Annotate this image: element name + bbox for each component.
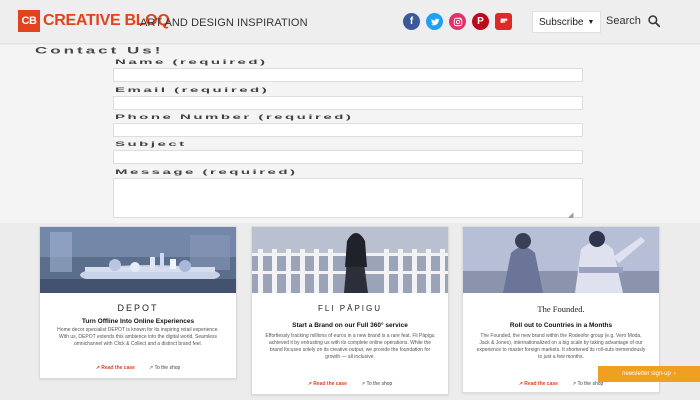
card-brand: FLI PĀPIGU — [317, 304, 382, 313]
chevron-down-icon: ▼ — [587, 18, 595, 26]
email-label: Email (required) — [115, 86, 270, 94]
phone-field[interactable] — [113, 123, 583, 137]
card-description: Effortlessly tracking millions of euros … — [265, 333, 435, 360]
message-field[interactable] — [113, 178, 583, 218]
search-button[interactable]: Search — [606, 14, 661, 28]
subject-label: Subject — [115, 140, 187, 148]
phone-label: Phone Number (required) — [115, 113, 354, 121]
contact-form: Contact Us! Name (required) Email (requi… — [0, 45, 700, 223]
case-card-fli-papigu: FLI PĀPIGU Start a Brand on our Full 360… — [251, 226, 449, 395]
site-tagline: ART AND DESIGN INSPIRATION — [140, 17, 308, 29]
flipboard-icon[interactable] — [495, 13, 512, 30]
pinterest-icon[interactable]: P — [472, 13, 489, 30]
chevron-right-icon: › — [673, 371, 676, 377]
newsletter-label: newsletter sign-up — [622, 371, 671, 377]
instagram-icon[interactable] — [449, 13, 466, 30]
search-label: Search — [606, 15, 641, 27]
subscribe-button[interactable]: Subscribe ▼ — [532, 11, 602, 33]
card-description: Home decor specialist DEPOT is known for… — [57, 327, 219, 347]
case-card-depot: DEPOT Turn Offline Into Online Experienc… — [39, 226, 237, 379]
card-links: ↗ Read the case ↗ To the shop — [40, 365, 236, 371]
card-subtitle: Turn Offline Into Online Experiences — [81, 318, 195, 325]
site-header: CB CREATIVE BLOQ ART AND DESIGN INSPIRAT… — [0, 0, 700, 44]
card-brand: The Founded. — [537, 304, 585, 314]
logo-badge: CB — [18, 10, 40, 32]
shop-link[interactable]: ↗ To the shop — [361, 381, 392, 387]
shop-link[interactable]: ↗ To the shop — [149, 365, 180, 371]
email-field[interactable] — [113, 96, 583, 110]
card-image — [252, 227, 448, 293]
subscribe-label: Subscribe — [539, 16, 584, 28]
card-links: ↗ Read the case ↗ To the shop — [252, 381, 448, 387]
newsletter-signup-button[interactable]: newsletter sign-up › — [598, 366, 700, 382]
social-links: f P — [403, 13, 512, 30]
card-image — [463, 227, 659, 293]
read-case-link[interactable]: ↗ Read the case — [96, 365, 135, 371]
card-brand: DEPOT — [117, 303, 159, 313]
shop-label: To the shop — [154, 365, 181, 371]
read-case-link[interactable]: ↗ Read the case — [519, 381, 558, 387]
read-case-label: Read the case — [101, 365, 135, 371]
read-case-link[interactable]: ↗ Read the case — [308, 381, 347, 387]
card-description: The Founded, the new brand within the Ro… — [476, 333, 646, 360]
resize-handle-icon[interactable]: ◢ — [568, 212, 578, 219]
form-title: Contact Us! — [35, 45, 164, 56]
twitter-icon[interactable] — [426, 13, 443, 30]
facebook-icon[interactable]: f — [403, 13, 420, 30]
card-image — [40, 227, 236, 293]
message-label: Message (required) — [115, 168, 298, 176]
name-field[interactable] — [113, 68, 583, 82]
shop-label: To the shop — [366, 381, 393, 387]
search-icon — [648, 15, 660, 28]
card-subtitle: Start a Brand on our Full 360° service — [292, 322, 408, 329]
subject-field[interactable] — [113, 150, 583, 164]
card-subtitle: Roll out to Countries in a Months — [509, 322, 613, 329]
read-case-label: Read the case — [524, 381, 558, 387]
name-label: Name (required) — [115, 58, 268, 66]
read-case-label: Read the case — [313, 381, 347, 387]
